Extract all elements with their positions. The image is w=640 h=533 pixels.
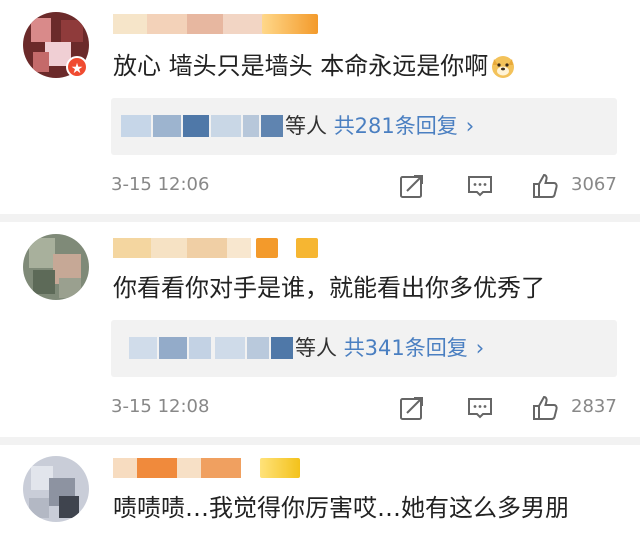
reply-suffix: 等人 — [295, 336, 337, 360]
comment-date: 3-15 12:06 — [111, 174, 210, 195]
like-count: 2837 — [571, 396, 617, 417]
avatar[interactable] — [23, 234, 89, 300]
avatar[interactable] — [23, 456, 89, 522]
chevron-right-icon: › — [475, 336, 485, 360]
like-icon[interactable] — [531, 394, 559, 422]
username-blurred[interactable] — [113, 458, 333, 478]
divider — [0, 214, 640, 222]
dog-face-emoji — [492, 56, 515, 78]
comment-meta: 3-15 12:08 2837 — [111, 394, 631, 424]
comment-item: 啧啧啧…我觉得你厉害哎…她有这么多男朋 — [0, 446, 640, 533]
comment-text: 你看看你对手是谁，就能看出你多优秀了 — [113, 274, 545, 302]
level-badge — [296, 238, 318, 258]
comment-date: 3-15 12:08 — [111, 396, 210, 417]
comment-text: 放心 墙头只是墙头 本命永远是你啊 — [113, 48, 516, 84]
level-badge — [256, 238, 278, 258]
comment-icon[interactable] — [466, 172, 494, 200]
comment-meta: 3-15 12:06 3067 — [111, 172, 631, 202]
comment-item: ★ 放心 墙头只是墙头 本命永远是你啊 等人 共281条回复 › 3-15 12… — [0, 0, 640, 214]
repost-icon[interactable] — [398, 394, 426, 422]
chevron-right-icon: › — [465, 114, 475, 138]
level-badge — [262, 14, 318, 34]
repost-icon[interactable] — [398, 172, 426, 200]
reply-suffix: 等人 — [285, 114, 327, 138]
level-badge — [260, 458, 300, 478]
divider — [0, 437, 640, 445]
reply-preview[interactable]: 等人 共281条回复 › — [111, 98, 617, 155]
reply-count-link[interactable]: 共341条回复 — [344, 336, 468, 360]
like-icon[interactable] — [531, 172, 559, 200]
like-count: 3067 — [571, 174, 617, 195]
comment-item: 你看看你对手是谁，就能看出你多优秀了 等人 共341条回复 › 3-15 12:0… — [0, 224, 640, 438]
verified-badge-icon: ★ — [66, 56, 88, 78]
reply-count-link[interactable]: 共281条回复 — [334, 114, 458, 138]
reply-preview[interactable]: 等人 共341条回复 › — [111, 320, 617, 377]
comment-icon[interactable] — [466, 394, 494, 422]
comment-text: 啧啧啧…我觉得你厉害哎…她有这么多男朋 — [113, 494, 569, 522]
